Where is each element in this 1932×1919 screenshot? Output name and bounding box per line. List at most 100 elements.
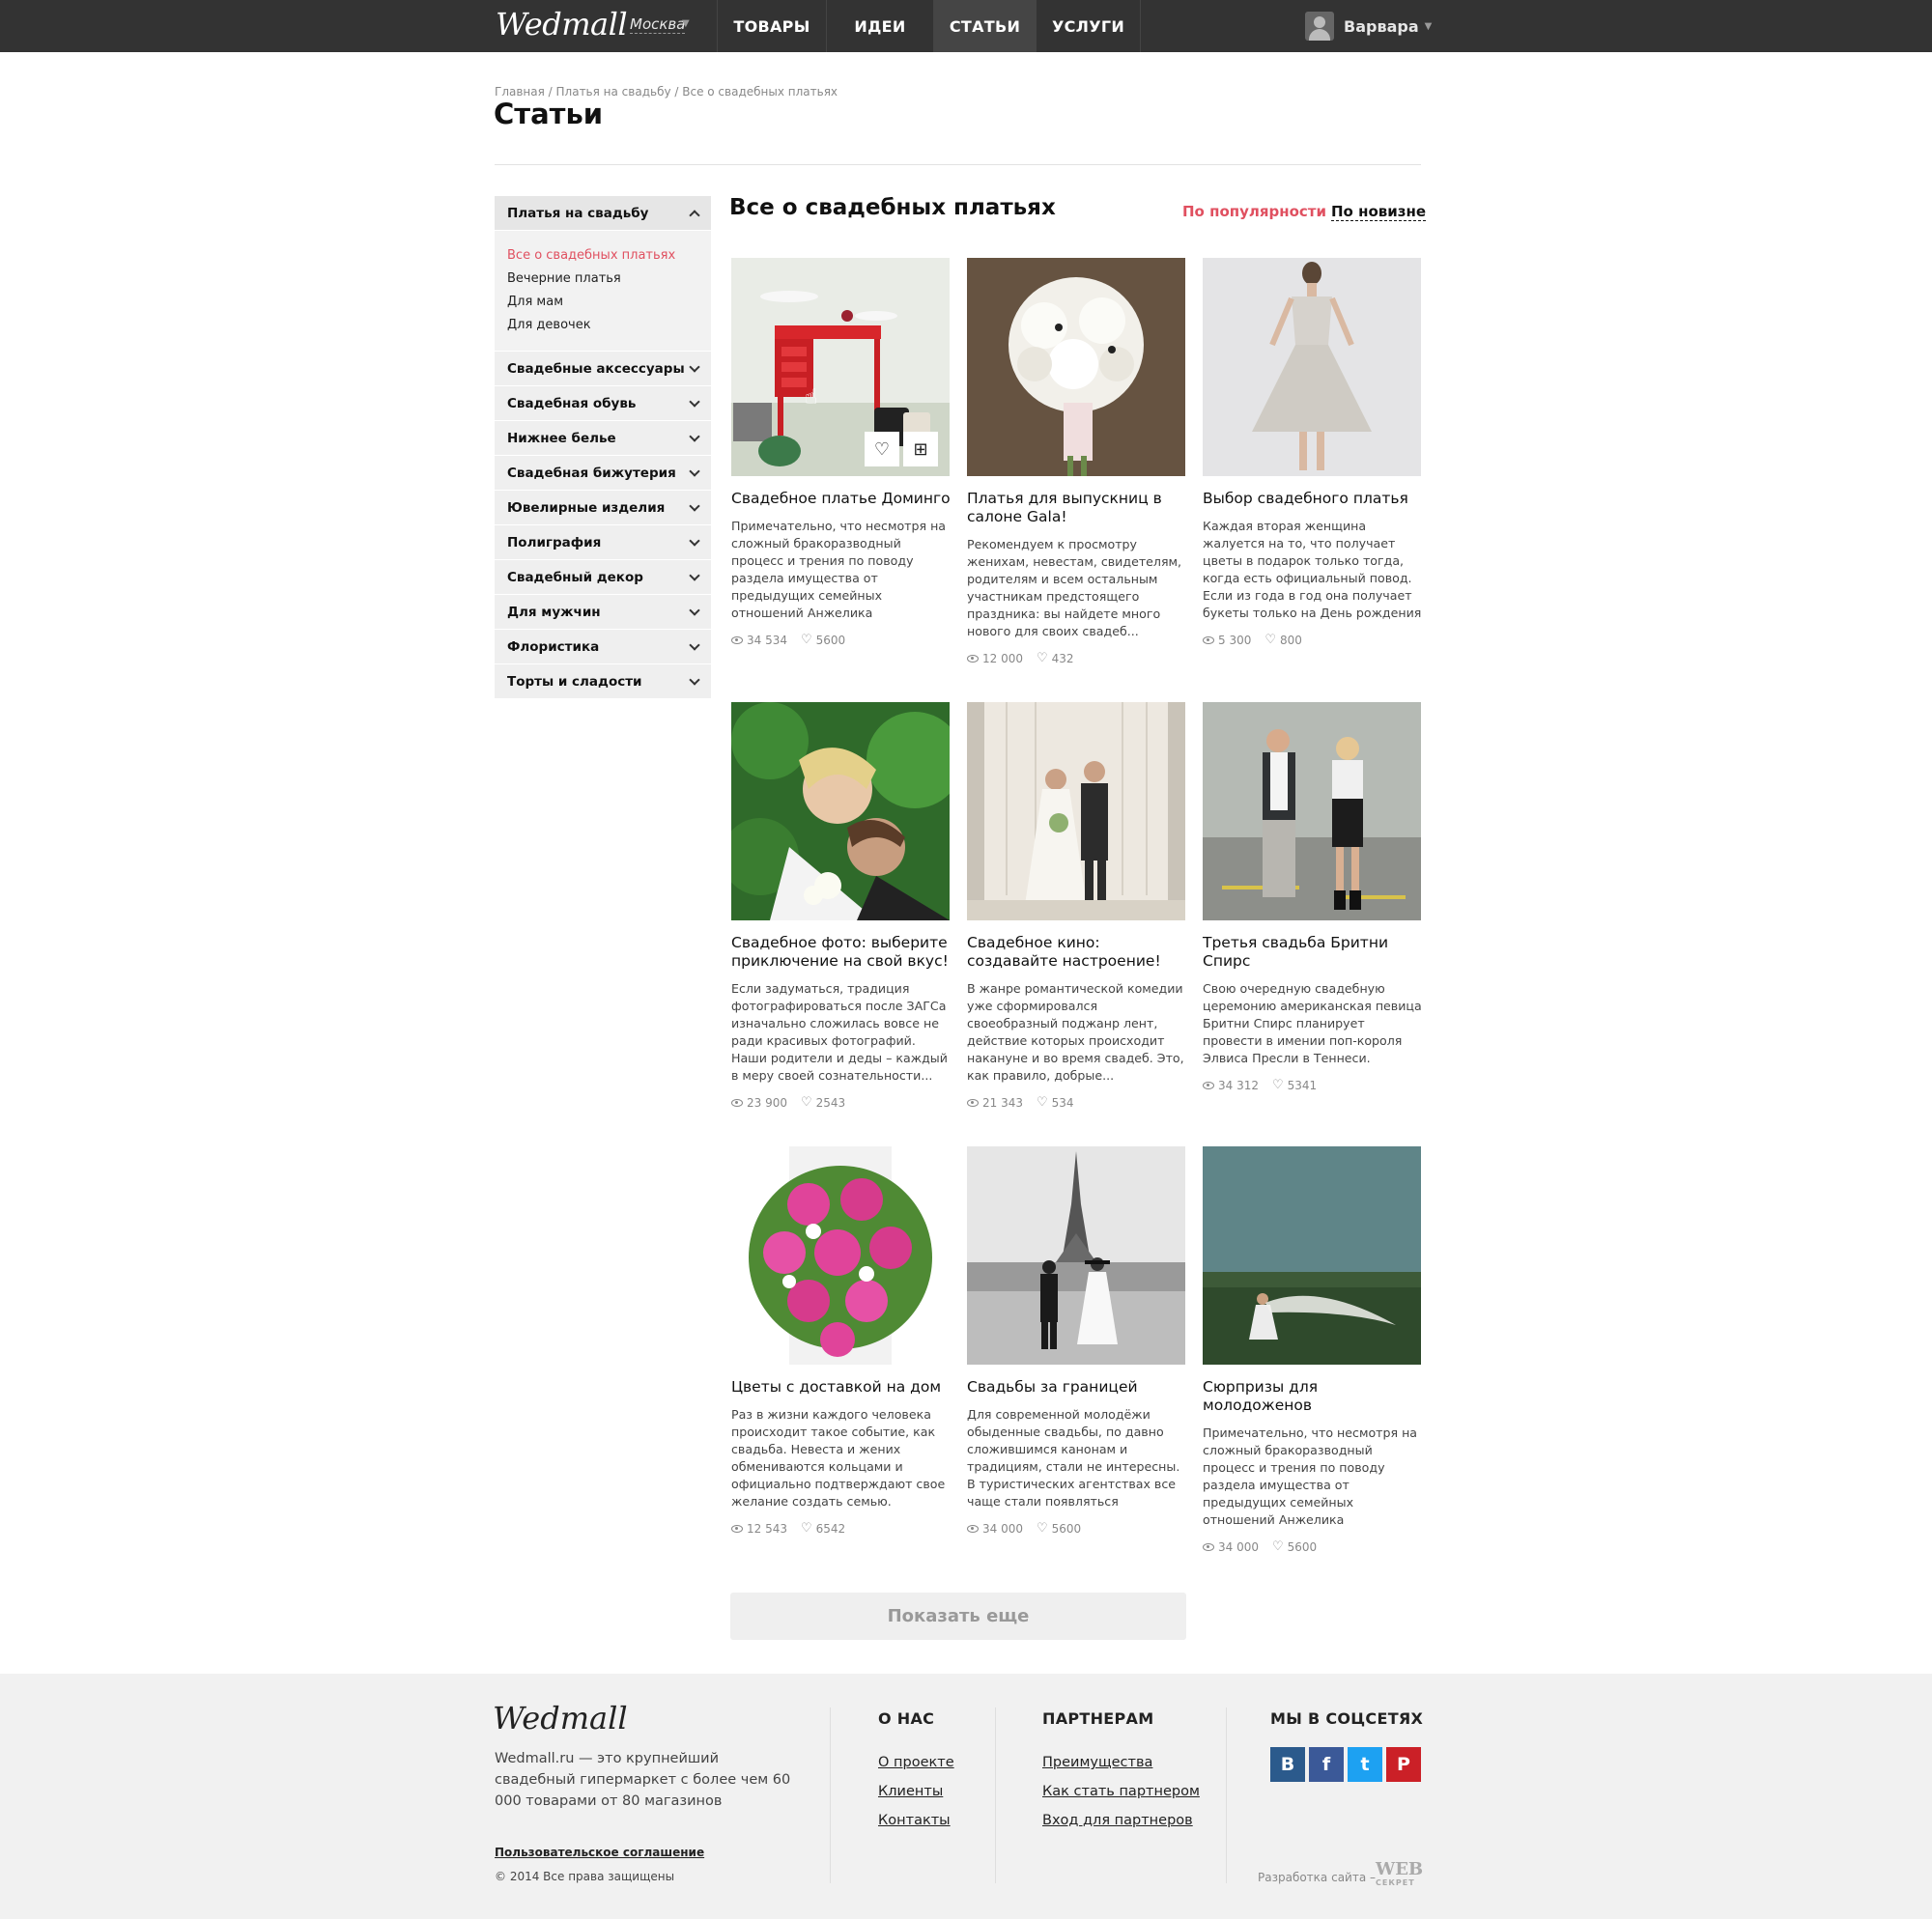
sidebar-category-lingerie[interactable]: Нижнее белье [495, 421, 711, 456]
nav-item-articles[interactable]: СТАТЬИ [934, 0, 1037, 52]
sidebar-category-for-men[interactable]: Для мужчин [495, 595, 711, 630]
article-card[interactable]: Третья свадьба Бритни Спирс Свою очередн… [1203, 702, 1422, 1092]
article-title[interactable]: Выбор свадебного платья [1203, 490, 1422, 508]
eye-icon [967, 1099, 979, 1107]
photo-bride-field [1203, 1146, 1421, 1365]
sidebar-category-decor[interactable]: Свадебный декор [495, 560, 711, 595]
heart-icon: ♡ [1037, 1521, 1048, 1536]
sidebar-category-cakes[interactable]: Торты и сладости [495, 664, 711, 699]
facebook-icon[interactable]: f [1309, 1747, 1344, 1782]
footer-partners-links: Преимущества Как стать партнером Вход дл… [1042, 1748, 1200, 1835]
article-card[interactable]: Выбор свадебного платья Каждая вторая же… [1203, 258, 1422, 647]
heart-icon: ♡ [801, 633, 812, 647]
article-excerpt: Свою очередную свадебную церемонию амери… [1203, 981, 1422, 1065]
article-title[interactable]: Свадебное фото: выберите приключение на … [731, 934, 951, 971]
sidebar-category-bijouterie[interactable]: Свадебная бижутерия [495, 456, 711, 491]
sort-by-popularity[interactable]: По популярности [1182, 203, 1326, 220]
footer-social-heading: МЫ В СОЦСЕТЯХ [1270, 1709, 1424, 1728]
user-caret-icon[interactable]: ▼ [1425, 21, 1433, 32]
nav-item-ideas[interactable]: ИДЕИ [827, 0, 934, 52]
sidebar-category-jewelry[interactable]: Ювелирные изделия [495, 491, 711, 525]
footer-divider [830, 1707, 831, 1883]
site-logo[interactable]: Wedmall [496, 6, 628, 42]
footer-link-partner-login[interactable]: Вход для партнеров [1042, 1806, 1200, 1835]
article-card[interactable]: Свадьбы за границей Для современной моло… [967, 1146, 1186, 1536]
article-title[interactable]: Платья для выпускниц в салоне Gala! [967, 490, 1186, 526]
article-image[interactable] [1203, 258, 1421, 476]
article-image[interactable] [967, 702, 1185, 920]
like-button[interactable]: ♡ [865, 432, 899, 466]
footer-link-benefits[interactable]: Преимущества [1042, 1748, 1200, 1777]
article-card[interactable]: Платья для выпускниц в салоне Gala! Реко… [967, 258, 1186, 665]
user-name[interactable]: Варвара [1344, 17, 1419, 36]
article-title[interactable]: Свадебное платье Доминго [731, 490, 951, 508]
article-title[interactable]: Сюрпризы для молодоженов [1203, 1378, 1422, 1415]
developer-logo[interactable]: WEB СЕКРЕТ [1376, 1861, 1423, 1890]
sidebar-category-accessories[interactable]: Свадебные аксессуары [495, 352, 711, 386]
footer-about-links: О проекте Клиенты Контакты [878, 1748, 954, 1835]
developer-label: Разработка сайта – [1258, 1871, 1376, 1884]
article-excerpt: Для современной молодёжи обыденные свадь… [967, 1407, 1180, 1509]
sort-by-newest[interactable]: По новизне [1331, 203, 1427, 221]
nav-item-services[interactable]: УСЛУГИ [1037, 0, 1141, 52]
footer-link-become-partner[interactable]: Как стать партнером [1042, 1777, 1200, 1806]
eye-icon [1203, 1543, 1214, 1551]
breadcrumb-item-dresses[interactable]: Платья на свадьбу [556, 85, 671, 99]
breadcrumb-item-home[interactable]: Главная [495, 85, 545, 99]
add-to-collection-button[interactable]: ⊞ [903, 432, 938, 466]
vk-icon[interactable]: В [1270, 1747, 1305, 1782]
likes-count: 5600 [1051, 1522, 1082, 1536]
city-selector[interactable]: Москва [630, 16, 686, 34]
article-image[interactable]: ☝ ♡ ⊞ [731, 258, 950, 476]
article-image[interactable] [1203, 702, 1421, 920]
article-excerpt: В жанре романтической комедии уже сформи… [967, 981, 1184, 1083]
sidebar-category-floristry[interactable]: Флористика [495, 630, 711, 664]
article-card[interactable]: Свадебное фото: выберите приключение на … [731, 702, 951, 1110]
article-excerpt: Рекомендуем к просмотру женихам, невеста… [967, 537, 1182, 638]
sidebar-subitem-evening-dresses[interactable]: Вечерние платья [507, 268, 698, 291]
user-menu[interactable]: Варвара ▼ [1305, 12, 1432, 41]
article-title[interactable]: Третья свадьба Бритни Спирс [1203, 934, 1422, 971]
sidebar-subitem-for-moms[interactable]: Для мам [507, 291, 698, 314]
chevron-down-icon [690, 642, 699, 652]
social-links: В f t P [1270, 1747, 1421, 1782]
city-caret-icon[interactable]: ▼ [682, 18, 690, 29]
top-navigation-bar: Wedmall Москва ▼ ТОВАРЫ ИДЕИ СТАТЬИ УСЛУ… [0, 0, 1932, 52]
sidebar-category-shoes[interactable]: Свадебная обувь [495, 386, 711, 421]
chevron-down-icon [690, 468, 699, 478]
footer-link-project[interactable]: О проекте [878, 1748, 954, 1777]
pinterest-icon[interactable]: P [1386, 1747, 1421, 1782]
footer-link-contacts[interactable]: Контакты [878, 1806, 954, 1835]
chevron-down-icon [690, 399, 699, 409]
sidebar-category-printing[interactable]: Полиграфия [495, 525, 711, 560]
article-image[interactable] [731, 702, 950, 920]
article-image[interactable] [967, 1146, 1185, 1365]
article-card[interactable]: Цветы с доставкой на дом Раз в жизни каж… [731, 1146, 951, 1536]
article-stats: 23 900 ♡ 2543 [731, 1096, 951, 1110]
twitter-icon[interactable]: t [1348, 1747, 1382, 1782]
article-title[interactable]: Свадьбы за границей [967, 1378, 1186, 1397]
heart-icon: ♡ [873, 438, 891, 460]
load-more-button[interactable]: Показать еще [730, 1593, 1186, 1640]
article-image[interactable] [731, 1146, 950, 1365]
article-image[interactable] [967, 258, 1185, 476]
avatar[interactable] [1305, 12, 1334, 41]
nav-item-goods[interactable]: ТОВАРЫ [718, 0, 827, 52]
footer-link-clients[interactable]: Клиенты [878, 1777, 954, 1806]
article-card[interactable]: ☝ ♡ ⊞ Свадебное платье Доминго Примечате… [731, 258, 951, 647]
user-agreement-link[interactable]: Пользовательское соглашение [495, 1846, 704, 1859]
sidebar-category-label: Для мужчин [507, 604, 601, 620]
eye-icon [1203, 636, 1214, 644]
article-title[interactable]: Цветы с доставкой на дом [731, 1378, 951, 1397]
photo-couple-curtain [967, 702, 1185, 920]
article-excerpt: Раз в жизни каждого человека происходит … [731, 1407, 946, 1509]
sidebar-subitem-for-girls[interactable]: Для девочек [507, 314, 698, 337]
article-excerpt: Примечательно, что несмотря на сложный б… [1203, 1425, 1418, 1527]
sidebar-subitem-all-about-dresses[interactable]: Все о свадебных платьях [507, 244, 698, 268]
sidebar-category-dresses[interactable]: Платья на свадьбу [495, 196, 711, 231]
article-title[interactable]: Свадебное кино: создавайте настроение! [967, 934, 1186, 971]
article-card[interactable]: Свадебное кино: создавайте настроение! В… [967, 702, 1186, 1110]
article-card[interactable]: Сюрпризы для молодоженов Примечательно, … [1203, 1146, 1422, 1554]
article-image[interactable] [1203, 1146, 1421, 1365]
footer-logo[interactable]: Wedmall [493, 1700, 628, 1736]
